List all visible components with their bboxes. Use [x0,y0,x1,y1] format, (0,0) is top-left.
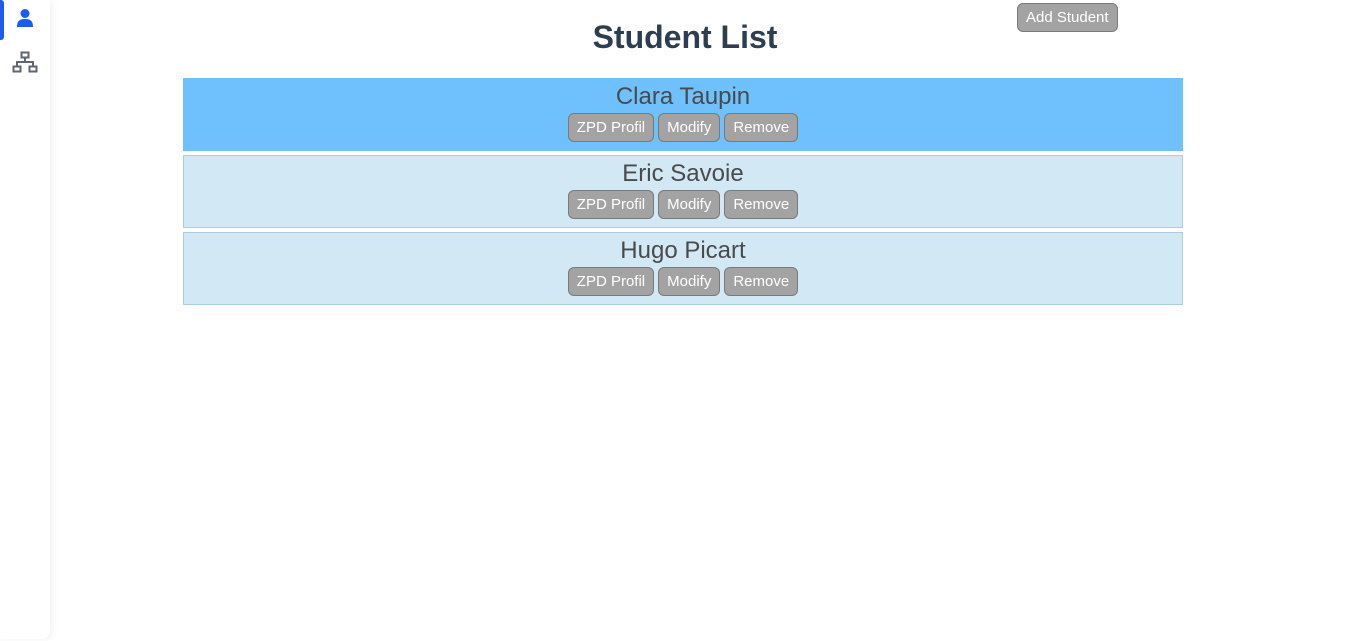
modify-button[interactable]: Modify [658,267,721,296]
user-icon [16,8,34,33]
zpd-profile-button[interactable]: ZPD Profil [567,267,655,296]
student-row[interactable]: Hugo Picart ZPD Profil Modify Remove [183,232,1183,305]
student-row[interactable]: Clara Taupin ZPD Profil Modify Remove [183,78,1183,151]
student-actions: ZPD Profil Modify Remove [184,190,1182,219]
zpd-profile-button[interactable]: ZPD Profil [567,113,655,142]
sidebar [0,0,50,639]
student-name: Clara Taupin [615,83,751,110]
remove-button[interactable]: Remove [724,190,799,219]
student-list: Clara Taupin ZPD Profil Modify Remove Er… [183,78,1183,309]
student-row[interactable]: Eric Savoie ZPD Profil Modify Remove [183,155,1183,228]
modify-button[interactable]: Modify [658,190,721,219]
student-actions: ZPD Profil Modify Remove [184,267,1182,296]
sidebar-item-students[interactable] [0,0,50,40]
student-name: Hugo Picart [620,237,746,264]
remove-button[interactable]: Remove [724,113,799,142]
main-content: Student List Add Student Clara Taupin ZP… [50,0,1352,641]
zpd-profile-button[interactable]: ZPD Profil [567,190,655,219]
add-student-button[interactable]: Add Student [1017,3,1118,32]
student-name: Eric Savoie [622,160,744,187]
sidebar-item-hierarchy[interactable] [0,44,50,84]
sitemap-icon [12,51,38,78]
remove-button[interactable]: Remove [724,267,799,296]
student-actions: ZPD Profil Modify Remove [184,113,1182,142]
page-title: Student List [592,19,778,55]
modify-button[interactable]: Modify [658,113,721,142]
